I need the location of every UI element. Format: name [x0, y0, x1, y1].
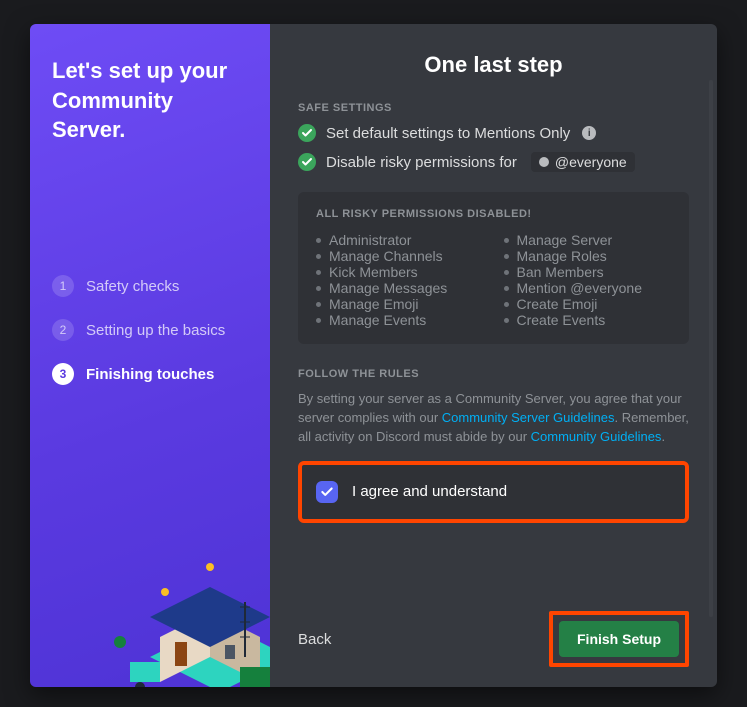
- setup-steps: 1 Safety checks 2 Setting up the basics …: [52, 275, 248, 385]
- isometric-house-illustration: [90, 507, 270, 687]
- modal-footer: Back Finish Setup: [298, 593, 689, 667]
- step-label: Finishing touches: [86, 366, 214, 383]
- step-label: Setting up the basics: [86, 322, 225, 339]
- agree-checkbox-row[interactable]: I agree and understand: [298, 461, 689, 523]
- setting-text: Set default settings to Mentions Only: [326, 125, 570, 142]
- permission-item: Manage Roles: [504, 248, 672, 264]
- setup-sidebar: Let's set up your Community Server. 1 Sa…: [30, 24, 270, 687]
- community-setup-modal: Let's set up your Community Server. 1 Sa…: [30, 24, 717, 687]
- setting-mentions-only: Set default settings to Mentions Only i: [298, 124, 689, 142]
- permissions-box: ALL RISKY PERMISSIONS DISABLED! Administ…: [298, 192, 689, 344]
- permission-item: Manage Server: [504, 232, 672, 248]
- check-icon: [298, 124, 316, 142]
- everyone-role-tag: @everyone: [531, 152, 635, 172]
- info-icon[interactable]: i: [582, 126, 596, 140]
- finish-highlight: Finish Setup: [549, 611, 689, 667]
- permission-item: Manage Channels: [316, 248, 484, 264]
- rules-description: By setting your server as a Community Se…: [298, 390, 689, 447]
- permission-item: Mention @everyone: [504, 280, 672, 296]
- role-dot-icon: [539, 157, 549, 167]
- setup-main-panel: One last step SAFE SETTINGS Set default …: [270, 24, 717, 687]
- permission-item: Create Emoji: [504, 296, 672, 312]
- step-number: 3: [52, 363, 74, 385]
- setting-disable-risky: Disable risky permissions for @everyone: [298, 152, 689, 172]
- community-guidelines-link[interactable]: Community Guidelines: [531, 429, 662, 444]
- agree-checkbox[interactable]: [316, 481, 338, 503]
- safe-settings-label: SAFE SETTINGS: [298, 102, 689, 114]
- back-button[interactable]: Back: [298, 631, 331, 648]
- finish-setup-button[interactable]: Finish Setup: [559, 621, 679, 657]
- step-number: 1: [52, 275, 74, 297]
- sidebar-title: Let's set up your Community Server.: [52, 56, 248, 145]
- permissions-header: ALL RISKY PERMISSIONS DISABLED!: [316, 208, 671, 220]
- permission-item: Manage Events: [316, 312, 484, 328]
- permission-item: Kick Members: [316, 264, 484, 280]
- permissions-grid: Administrator Manage Channels Kick Membe…: [316, 232, 671, 328]
- follow-rules-label: FOLLOW THE RULES: [298, 368, 689, 380]
- role-name: @everyone: [555, 154, 627, 170]
- step-number: 2: [52, 319, 74, 341]
- permission-item: Manage Emoji: [316, 296, 484, 312]
- permission-item: Create Events: [504, 312, 672, 328]
- step-finishing-touches[interactable]: 3 Finishing touches: [52, 363, 248, 385]
- step-safety-checks[interactable]: 1 Safety checks: [52, 275, 248, 297]
- check-icon: [298, 153, 316, 171]
- page-title: One last step: [298, 52, 689, 78]
- permission-item: Ban Members: [504, 264, 672, 280]
- setting-text: Disable risky permissions for: [326, 154, 517, 171]
- step-setting-up-basics[interactable]: 2 Setting up the basics: [52, 319, 248, 341]
- agree-label: I agree and understand: [352, 483, 507, 500]
- community-server-guidelines-link[interactable]: Community Server Guidelines: [442, 410, 615, 425]
- permission-item: Administrator: [316, 232, 484, 248]
- scrollbar[interactable]: [709, 80, 713, 617]
- step-label: Safety checks: [86, 278, 179, 295]
- permission-item: Manage Messages: [316, 280, 484, 296]
